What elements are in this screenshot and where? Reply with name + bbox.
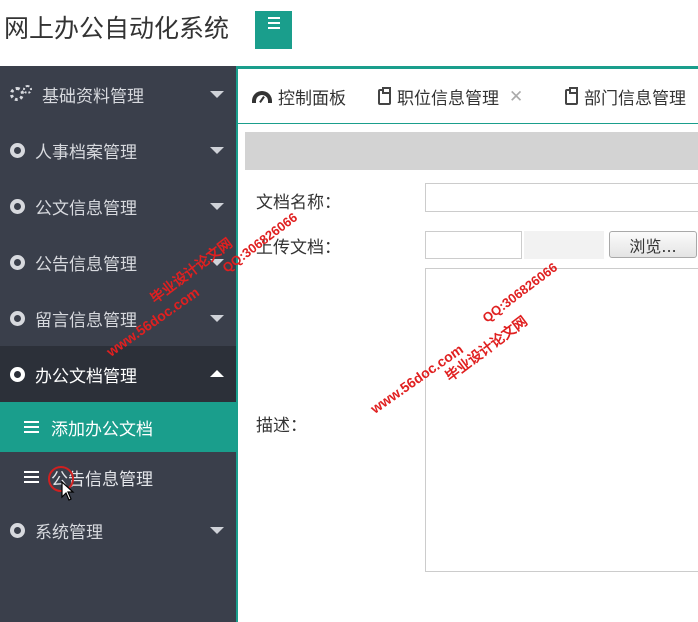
tab-bar: 控制面板 职位信息管理 ✕ 部门信息管理: [238, 69, 698, 124]
tab-position-info[interactable]: 职位信息管理 ✕: [378, 69, 523, 123]
caret-down-icon: [210, 203, 224, 210]
tab-label: 职位信息管理: [397, 89, 499, 109]
tab-dashboard[interactable]: 控制面板: [252, 69, 346, 123]
dashboard-icon: [252, 90, 272, 103]
circle-icon: [10, 198, 25, 214]
clipboard-icon: [378, 86, 391, 105]
tab-label: 控制面板: [278, 89, 346, 109]
doc-name-label: 文档名称：: [256, 193, 341, 213]
description-label: 描述：: [256, 416, 307, 436]
form-header-bar: [245, 132, 698, 170]
list-icon: [24, 421, 39, 433]
menu-toggle-button[interactable]: [255, 11, 292, 49]
sidebar-item-office-docs[interactable]: 办公文档管理: [0, 346, 236, 402]
mouse-cursor-icon: [61, 480, 75, 505]
page-root: 网上办公自动化系统 基础资料管理 人事档案管理 公文信息管理 公告信息管理 留言…: [0, 0, 698, 622]
sidebar-item-announcements[interactable]: 公告信息管理: [0, 234, 236, 290]
sidebar-item-label: 系统管理: [35, 522, 103, 543]
list-icon: [24, 471, 39, 483]
subitem-add-office-doc[interactable]: 添加办公文档: [0, 402, 236, 452]
circle-icon: [10, 522, 25, 538]
sidebar-item-system[interactable]: 系统管理: [0, 502, 236, 558]
caret-down-icon: [210, 147, 224, 154]
sidebar-item-personnel[interactable]: 人事档案管理: [0, 122, 236, 178]
top-header: 网上办公自动化系统: [0, 0, 698, 66]
tab-department-info[interactable]: 部门信息管理: [565, 69, 686, 123]
clipboard-icon: [565, 86, 578, 105]
close-icon[interactable]: ✕: [509, 87, 523, 107]
sidebar-item-label: 公文信息管理: [35, 198, 137, 219]
sidebar-item-messages[interactable]: 留言信息管理: [0, 290, 236, 346]
hamburger-icon: [267, 17, 280, 19]
subitem-label: 添加办公文档: [51, 419, 153, 440]
description-textarea[interactable]: [425, 268, 698, 572]
main-content: 控制面板 职位信息管理 ✕ 部门信息管理 文档名称： 上传文档： 浏览... 描…: [236, 66, 698, 622]
browse-button[interactable]: 浏览...: [609, 231, 697, 258]
file-input-area[interactable]: [524, 231, 604, 259]
circle-icon: [10, 310, 25, 326]
sidebar: 基础资料管理 人事档案管理 公文信息管理 公告信息管理 留言信息管理 办公文档管…: [0, 66, 236, 622]
doc-name-input[interactable]: [425, 183, 698, 212]
upload-label: 上传文档：: [256, 238, 341, 258]
caret-down-icon: [210, 259, 224, 266]
sidebar-item-basic-data[interactable]: 基础资料管理: [0, 66, 236, 122]
sidebar-item-label: 公告信息管理: [35, 254, 137, 275]
sidebar-item-label: 办公文档管理: [35, 366, 137, 387]
sidebar-item-documents[interactable]: 公文信息管理: [0, 178, 236, 234]
caret-up-icon: [210, 370, 224, 377]
circle-icon: [10, 254, 25, 270]
tab-label: 部门信息管理: [584, 89, 686, 109]
app-title: 网上办公自动化系统: [4, 14, 230, 43]
caret-down-icon: [210, 527, 224, 534]
sidebar-item-label: 人事档案管理: [35, 142, 137, 163]
gears-icon: [10, 85, 32, 103]
circle-icon: [10, 366, 25, 382]
circle-icon: [10, 142, 25, 158]
caret-down-icon: [210, 315, 224, 322]
sidebar-item-label: 留言信息管理: [35, 310, 137, 331]
subitem-announcement-mgmt[interactable]: 公告信息管理: [0, 452, 236, 502]
file-path-input[interactable]: [425, 231, 522, 259]
sidebar-item-label: 基础资料管理: [42, 86, 144, 107]
caret-down-icon: [210, 91, 224, 98]
